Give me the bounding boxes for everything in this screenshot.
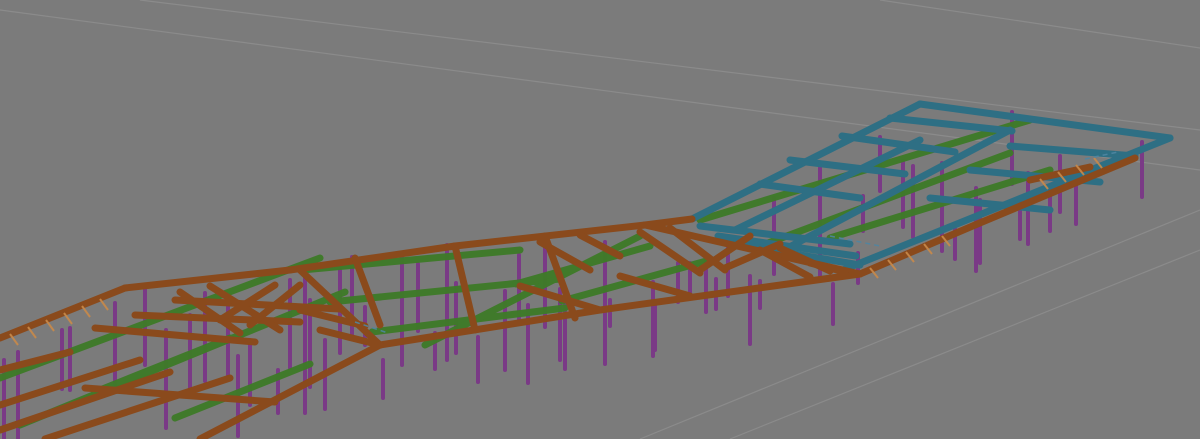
- structural-frame-canvas[interactable]: [0, 0, 1200, 439]
- 3d-model-viewport[interactable]: [0, 0, 1200, 439]
